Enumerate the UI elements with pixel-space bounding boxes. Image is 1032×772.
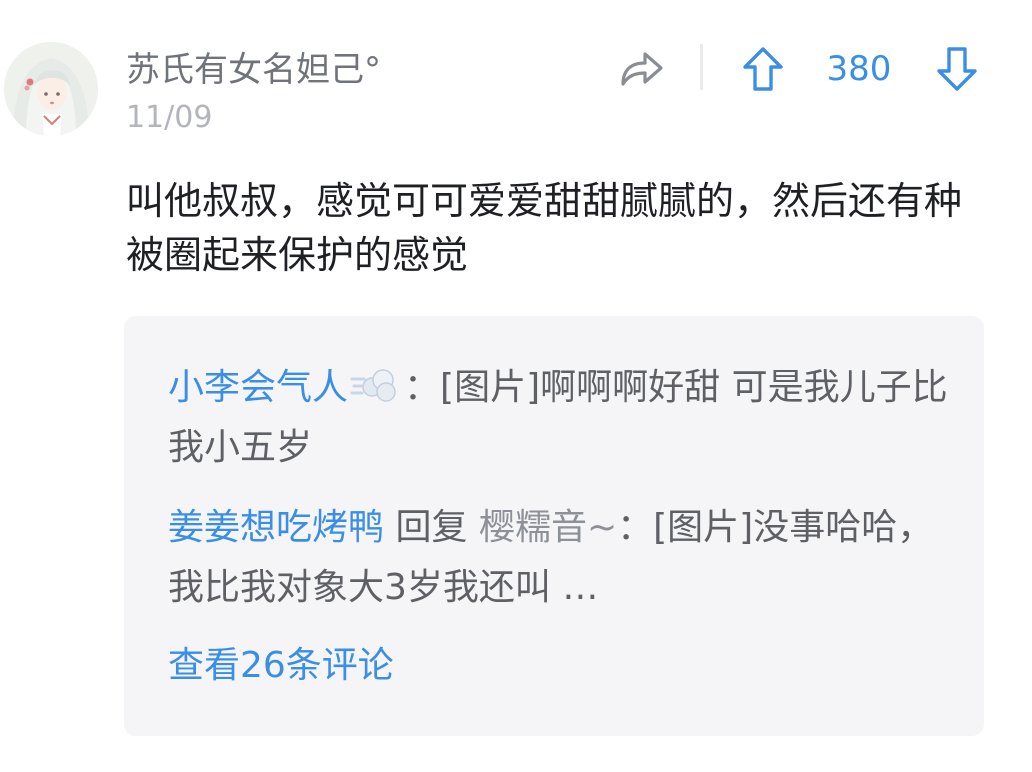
reply-item[interactable]: 小李会气人 ：[图片]啊啊啊好甜 可是我儿子比我小五岁 xyxy=(168,358,948,478)
replies-preview[interactable]: 小李会气人 ：[图片]啊啊啊好甜 可是我儿子比我小五岁 姜姜想吃烤鸭 回复 樱糯音… xyxy=(124,316,984,736)
avatar-illustration-icon xyxy=(4,42,98,136)
vote-count: 380 xyxy=(826,49,892,89)
reply-to-label: 回复 xyxy=(395,507,468,548)
reply-author-link[interactable]: 姜姜想吃烤鸭 xyxy=(168,507,384,548)
arrow-down-icon xyxy=(937,47,977,91)
actions-divider xyxy=(700,44,703,90)
reply-separator: ： xyxy=(617,507,654,548)
reply-item[interactable]: 姜姜想吃烤鸭 回复 樱糯音~：[图片]没事哈哈，我比我对象大3岁我还叫 … xyxy=(168,498,948,618)
share-button[interactable] xyxy=(614,44,668,94)
steam-puff-icon xyxy=(350,364,398,404)
upvote-button[interactable] xyxy=(738,42,788,96)
view-all-comments-link[interactable]: 查看26条评论 xyxy=(168,642,394,690)
share-arrow-icon xyxy=(621,52,663,86)
downvote-button[interactable] xyxy=(932,42,982,96)
reply-target-link[interactable]: 樱糯音~ xyxy=(479,507,617,548)
avatar[interactable] xyxy=(4,42,98,136)
comment-body: 叫他叔叔，感觉可可爱爱甜甜腻腻的，然后还有种被圈起来保护的感觉 xyxy=(126,179,963,277)
reply-author-link[interactable]: 小李会气人 xyxy=(168,367,348,408)
reply-separator: ： xyxy=(404,367,441,408)
arrow-up-icon xyxy=(743,47,783,91)
comment-card: 苏氏有女名妲己° 11/09 380 叫他叔叔，感觉可可爱爱甜甜腻腻的，然后还有… xyxy=(0,0,1032,772)
comment-date: 11/09 xyxy=(126,100,213,135)
username[interactable]: 苏氏有女名妲己° xyxy=(126,48,381,92)
